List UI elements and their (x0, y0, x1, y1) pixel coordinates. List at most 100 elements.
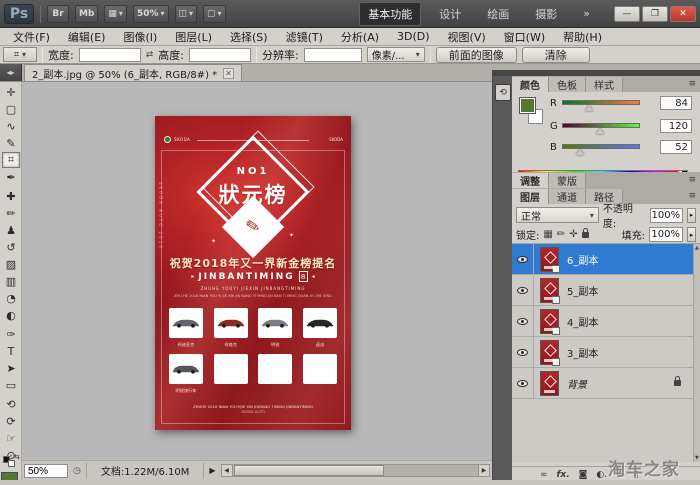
status-menu-icon[interactable]: ▶ (209, 466, 215, 475)
close-tab-icon[interactable]: ✕ (223, 68, 234, 79)
tab-styles[interactable]: 样式 (586, 77, 623, 92)
path-selection-tool[interactable]: ➤ (2, 360, 20, 376)
mini-bridge-button[interactable]: Mb (75, 5, 98, 23)
view-extras-button[interactable]: ▦ ▾ (104, 5, 127, 23)
menu-view[interactable]: 视图(V) (439, 29, 495, 45)
layer-mask-icon[interactable]: ◙ (579, 470, 588, 480)
layer-thumbnail[interactable] (540, 247, 559, 272)
pen-tool[interactable]: ✑ (2, 326, 20, 342)
eyedropper-tool[interactable]: ✒ (2, 169, 20, 185)
scroll-up-icon[interactable]: ▲ (695, 245, 699, 251)
visibility-toggle[interactable] (512, 306, 534, 336)
layer-row-3-copy[interactable]: 3_副本 (512, 337, 693, 368)
bridge-button[interactable]: Br (47, 5, 69, 23)
workspace-design[interactable]: 设计 (431, 3, 469, 25)
lock-all-icon[interactable] (582, 232, 589, 238)
gradient-tool[interactable]: ▥ (2, 273, 20, 289)
visibility-toggle[interactable] (512, 368, 534, 398)
panel-menu-icon[interactable]: ≡ (688, 79, 696, 89)
history-panel-icon[interactable]: ⟲ (495, 84, 511, 101)
blue-slider[interactable] (562, 144, 640, 149)
marquee-tool[interactable]: ▢ (2, 101, 20, 117)
blend-mode-select[interactable]: 正常 ▾ (516, 207, 599, 223)
default-colors-icon[interactable]: ⇆ (3, 456, 19, 468)
clear-button[interactable]: 清除 (522, 47, 590, 63)
layer-row-background[interactable]: 背景 (512, 368, 693, 399)
scroll-down-icon[interactable]: ▼ (695, 455, 699, 461)
brush-tool[interactable]: ✏ (2, 205, 20, 221)
workspace-photography[interactable]: 摄影 (527, 3, 565, 25)
quick-selection-tool[interactable]: ✎ (2, 135, 20, 151)
lasso-tool[interactable]: ∿ (2, 118, 20, 134)
layer-style-icon[interactable]: fx. (557, 470, 570, 480)
panel-menu-icon[interactable]: ≡ (688, 175, 696, 185)
blue-value[interactable]: 52 (660, 140, 692, 154)
tab-masks[interactable]: 蒙版 (549, 173, 586, 188)
layer-row-6-copy[interactable]: 6_副本 (512, 244, 693, 275)
red-slider[interactable] (562, 100, 640, 105)
layer-name[interactable]: 4_副本 (567, 314, 598, 329)
resolution-unit-select[interactable]: 像素/... ▾ (367, 47, 425, 62)
type-tool[interactable]: T (2, 343, 20, 359)
visibility-toggle[interactable] (512, 244, 534, 274)
menu-image[interactable]: 图像(I) (114, 29, 166, 45)
document-tab[interactable]: 2_副本.jpg @ 50% (6_副本, RGB/8#) * ✕ (24, 64, 242, 81)
3d-rotate-tool[interactable]: ⟲ (2, 396, 20, 412)
link-layers-icon[interactable]: ∞ (540, 470, 548, 480)
crop-tool[interactable]: ⌗ (2, 152, 20, 168)
red-slider-thumb[interactable] (585, 105, 593, 111)
green-slider-thumb[interactable] (596, 128, 604, 134)
horizontal-scrollbar[interactable]: ◀ ▶ (221, 464, 490, 477)
tab-color[interactable]: 颜色 (512, 77, 549, 92)
close-button[interactable]: ✕ (670, 6, 696, 22)
scrollbar-thumb[interactable] (234, 465, 384, 476)
minimize-button[interactable]: — (614, 6, 640, 22)
menu-filter[interactable]: 滤镜(T) (277, 29, 332, 45)
hand-tool[interactable]: ☞ (2, 430, 20, 446)
tab-channels[interactable]: 通道 (549, 189, 586, 204)
foreground-color-swatch[interactable] (520, 98, 535, 113)
healing-brush-tool[interactable]: ✚ (2, 188, 20, 204)
workspace-painting[interactable]: 绘画 (479, 3, 517, 25)
layers-scrollbar[interactable]: ▲ ▼ (693, 244, 700, 462)
menu-3d[interactable]: 3D(D) (388, 30, 439, 43)
layer-thumbnail[interactable] (540, 309, 559, 334)
lock-pixels-icon[interactable]: ✏ (557, 229, 565, 240)
visibility-toggle[interactable] (512, 275, 534, 305)
rectangle-tool[interactable]: ▭ (2, 377, 20, 393)
swap-colors-icon[interactable]: ⇆ (14, 453, 20, 461)
fill-value[interactable]: 100% (649, 227, 683, 242)
poster-document[interactable]: ŠKODA SKODA SKODA AUTO 2018 NO1 狀元榜 ✎ ✦ … (155, 116, 351, 430)
red-value[interactable]: 84 (660, 96, 692, 110)
lock-transparency-icon[interactable]: ▦ (543, 229, 552, 240)
layer-row-4-copy[interactable]: 4_副本 (512, 306, 693, 337)
layer-thumbnail[interactable] (540, 278, 559, 303)
fill-spinner-icon[interactable]: ▸ (687, 227, 696, 242)
screen-mode-button[interactable]: ▢ ▾ (203, 5, 226, 23)
width-input[interactable] (79, 48, 141, 62)
height-input[interactable] (189, 48, 251, 62)
workspace-more-button[interactable]: » (575, 4, 598, 23)
blue-slider-thumb[interactable] (576, 149, 584, 155)
history-brush-tool[interactable]: ↺ (2, 239, 20, 255)
canvas-area[interactable]: ŠKODA SKODA SKODA AUTO 2018 NO1 狀元榜 ✎ ✦ … (22, 82, 492, 460)
layer-name[interactable]: 5_副本 (567, 283, 598, 298)
scroll-right-icon[interactable]: ▶ (478, 465, 489, 476)
tab-swatches[interactable]: 色板 (549, 77, 586, 92)
zoom-level-dropdown[interactable]: 50% ▾ (133, 5, 169, 23)
layer-thumbnail[interactable] (540, 371, 559, 396)
menu-analysis[interactable]: 分析(A) (332, 29, 388, 45)
menu-edit[interactable]: 编辑(E) (59, 29, 115, 45)
move-tool[interactable]: ✛ (2, 84, 20, 100)
menu-select[interactable]: 选择(S) (221, 29, 277, 45)
arrange-documents-button[interactable]: ◫ ▾ (175, 5, 198, 23)
layer-name[interactable]: 6_副本 (567, 252, 598, 267)
panel-menu-icon[interactable]: ≡ (688, 191, 696, 201)
blur-tool[interactable]: ◔ (2, 290, 20, 306)
collapse-toolbar-button[interactable]: ◂▸ (0, 64, 22, 81)
menu-help[interactable]: 帮助(H) (554, 29, 611, 45)
visibility-toggle[interactable] (512, 337, 534, 367)
3d-orbit-tool[interactable]: ⟳ (2, 413, 20, 429)
resolution-input[interactable] (304, 48, 362, 62)
layer-name[interactable]: 3_副本 (567, 345, 598, 360)
